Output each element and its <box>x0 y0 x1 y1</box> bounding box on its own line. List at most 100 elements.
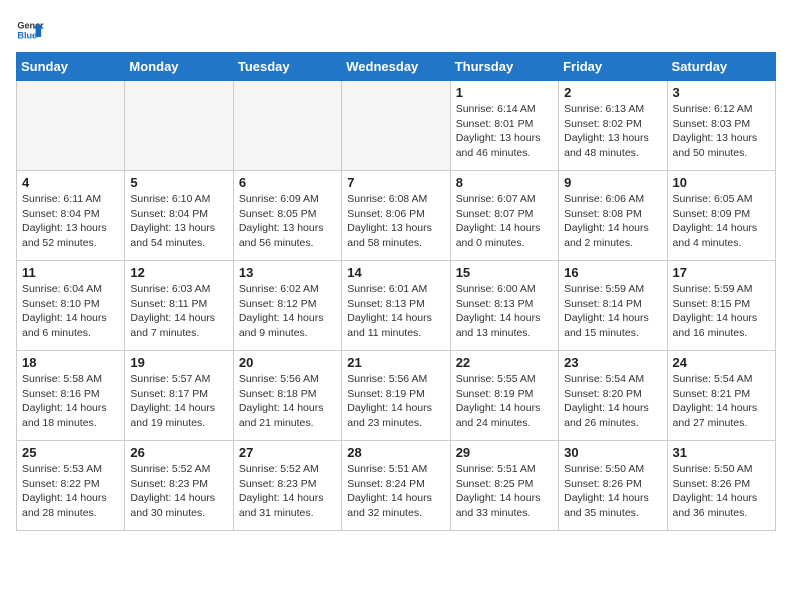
day-of-week-header: Tuesday <box>233 53 341 81</box>
calendar-cell: 26 Sunrise: 5:52 AM Sunset: 8:23 PM Dayli… <box>125 441 233 531</box>
calendar-cell: 25 Sunrise: 5:53 AM Sunset: 8:22 PM Dayli… <box>17 441 125 531</box>
calendar-week-row: 11Sunrise: 6:04 AM Sunset: 8:10 PM Dayli… <box>17 261 776 351</box>
day-number: 27 <box>239 445 336 460</box>
calendar-cell: 4Sunrise: 6:11 AM Sunset: 8:04 PM Daylig… <box>17 171 125 261</box>
day-info: Sunrise: 5:54 AM Sunset: 8:20 PM Dayligh… <box>564 372 661 431</box>
calendar-cell: 8 Sunrise: 6:07 AM Sunset: 8:07 PM Daylig… <box>450 171 558 261</box>
day-number: 22 <box>456 355 553 370</box>
calendar-cell: 11Sunrise: 6:04 AM Sunset: 8:10 PM Dayli… <box>17 261 125 351</box>
day-info: Sunrise: 6:05 AM Sunset: 8:09 PM Dayligh… <box>673 192 770 251</box>
day-number: 2 <box>564 85 661 100</box>
calendar-week-row: 1Sunrise: 6:14 AM Sunset: 8:01 PM Daylig… <box>17 81 776 171</box>
calendar-cell: 10 Sunrise: 6:05 AM Sunset: 8:09 PM Dayli… <box>667 171 775 261</box>
day-info: Sunrise: 5:51 AM Sunset: 8:24 PM Dayligh… <box>347 462 444 521</box>
day-number: 12 <box>130 265 227 280</box>
day-of-week-header: Saturday <box>667 53 775 81</box>
day-number: 8 <box>456 175 553 190</box>
day-info: Sunrise: 5:58 AM Sunset: 8:16 PM Dayligh… <box>22 372 119 431</box>
day-of-week-header: Monday <box>125 53 233 81</box>
calendar-week-row: 25 Sunrise: 5:53 AM Sunset: 8:22 PM Dayli… <box>17 441 776 531</box>
calendar-cell: 18Sunrise: 5:58 AM Sunset: 8:16 PM Dayli… <box>17 351 125 441</box>
calendar-header-row: SundayMondayTuesdayWednesdayThursdayFrid… <box>17 53 776 81</box>
day-number: 20 <box>239 355 336 370</box>
day-number: 26 <box>130 445 227 460</box>
calendar-cell: 29Sunrise: 5:51 AM Sunset: 8:25 PM Dayli… <box>450 441 558 531</box>
calendar-cell <box>17 81 125 171</box>
day-info: Sunrise: 5:56 AM Sunset: 8:19 PM Dayligh… <box>347 372 444 431</box>
day-info: Sunrise: 6:03 AM Sunset: 8:11 PM Dayligh… <box>130 282 227 341</box>
day-info: Sunrise: 5:56 AM Sunset: 8:18 PM Dayligh… <box>239 372 336 431</box>
day-number: 25 <box>22 445 119 460</box>
day-info: Sunrise: 6:04 AM Sunset: 8:10 PM Dayligh… <box>22 282 119 341</box>
calendar-week-row: 18Sunrise: 5:58 AM Sunset: 8:16 PM Dayli… <box>17 351 776 441</box>
day-number: 5 <box>130 175 227 190</box>
day-info: Sunrise: 6:10 AM Sunset: 8:04 PM Dayligh… <box>130 192 227 251</box>
day-number: 17 <box>673 265 770 280</box>
day-info: Sunrise: 5:52 AM Sunset: 8:23 PM Dayligh… <box>130 462 227 521</box>
day-info: Sunrise: 5:57 AM Sunset: 8:17 PM Dayligh… <box>130 372 227 431</box>
day-number: 19 <box>130 355 227 370</box>
day-info: Sunrise: 5:54 AM Sunset: 8:21 PM Dayligh… <box>673 372 770 431</box>
day-number: 9 <box>564 175 661 190</box>
logo-icon: General Blue <box>16 16 44 44</box>
calendar-cell: 13Sunrise: 6:02 AM Sunset: 8:12 PM Dayli… <box>233 261 341 351</box>
day-info: Sunrise: 6:06 AM Sunset: 8:08 PM Dayligh… <box>564 192 661 251</box>
day-number: 4 <box>22 175 119 190</box>
day-number: 15 <box>456 265 553 280</box>
calendar-week-row: 4Sunrise: 6:11 AM Sunset: 8:04 PM Daylig… <box>17 171 776 261</box>
day-number: 3 <box>673 85 770 100</box>
day-number: 24 <box>673 355 770 370</box>
calendar-cell: 28 Sunrise: 5:51 AM Sunset: 8:24 PM Dayli… <box>342 441 450 531</box>
day-number: 31 <box>673 445 770 460</box>
day-info: Sunrise: 6:13 AM Sunset: 8:02 PM Dayligh… <box>564 102 661 161</box>
calendar-cell <box>125 81 233 171</box>
day-of-week-header: Friday <box>559 53 667 81</box>
day-info: Sunrise: 5:55 AM Sunset: 8:19 PM Dayligh… <box>456 372 553 431</box>
calendar-cell: 3 Sunrise: 6:12 AM Sunset: 8:03 PM Daylig… <box>667 81 775 171</box>
calendar-cell: 23 Sunrise: 5:54 AM Sunset: 8:20 PM Dayli… <box>559 351 667 441</box>
calendar-cell: 31Sunrise: 5:50 AM Sunset: 8:26 PM Dayli… <box>667 441 775 531</box>
calendar-cell <box>342 81 450 171</box>
day-number: 14 <box>347 265 444 280</box>
day-number: 10 <box>673 175 770 190</box>
day-info: Sunrise: 6:01 AM Sunset: 8:13 PM Dayligh… <box>347 282 444 341</box>
day-number: 30 <box>564 445 661 460</box>
logo: General Blue <box>16 16 48 44</box>
svg-text:Blue: Blue <box>17 30 37 40</box>
calendar-cell: 20 Sunrise: 5:56 AM Sunset: 8:18 PM Dayli… <box>233 351 341 441</box>
calendar-cell: 24 Sunrise: 5:54 AM Sunset: 8:21 PM Dayli… <box>667 351 775 441</box>
calendar-cell: 16 Sunrise: 5:59 AM Sunset: 8:14 PM Dayli… <box>559 261 667 351</box>
calendar-cell: 5 Sunrise: 6:10 AM Sunset: 8:04 PM Daylig… <box>125 171 233 261</box>
day-number: 16 <box>564 265 661 280</box>
day-info: Sunrise: 6:02 AM Sunset: 8:12 PM Dayligh… <box>239 282 336 341</box>
calendar-cell: 12 Sunrise: 6:03 AM Sunset: 8:11 PM Dayli… <box>125 261 233 351</box>
calendar-cell: 14 Sunrise: 6:01 AM Sunset: 8:13 PM Dayli… <box>342 261 450 351</box>
day-info: Sunrise: 5:59 AM Sunset: 8:14 PM Dayligh… <box>564 282 661 341</box>
day-info: Sunrise: 6:07 AM Sunset: 8:07 PM Dayligh… <box>456 192 553 251</box>
day-of-week-header: Wednesday <box>342 53 450 81</box>
day-number: 23 <box>564 355 661 370</box>
day-info: Sunrise: 6:14 AM Sunset: 8:01 PM Dayligh… <box>456 102 553 161</box>
day-info: Sunrise: 6:08 AM Sunset: 8:06 PM Dayligh… <box>347 192 444 251</box>
day-number: 28 <box>347 445 444 460</box>
calendar: SundayMondayTuesdayWednesdayThursdayFrid… <box>16 52 776 531</box>
calendar-cell: 27 Sunrise: 5:52 AM Sunset: 8:23 PM Dayli… <box>233 441 341 531</box>
calendar-cell: 19 Sunrise: 5:57 AM Sunset: 8:17 PM Dayli… <box>125 351 233 441</box>
day-number: 29 <box>456 445 553 460</box>
day-info: Sunrise: 5:52 AM Sunset: 8:23 PM Dayligh… <box>239 462 336 521</box>
calendar-cell <box>233 81 341 171</box>
day-info: Sunrise: 6:09 AM Sunset: 8:05 PM Dayligh… <box>239 192 336 251</box>
day-number: 7 <box>347 175 444 190</box>
calendar-cell: 22 Sunrise: 5:55 AM Sunset: 8:19 PM Dayli… <box>450 351 558 441</box>
calendar-cell: 30Sunrise: 5:50 AM Sunset: 8:26 PM Dayli… <box>559 441 667 531</box>
day-info: Sunrise: 6:00 AM Sunset: 8:13 PM Dayligh… <box>456 282 553 341</box>
day-info: Sunrise: 6:12 AM Sunset: 8:03 PM Dayligh… <box>673 102 770 161</box>
day-number: 6 <box>239 175 336 190</box>
calendar-cell: 21Sunrise: 5:56 AM Sunset: 8:19 PM Dayli… <box>342 351 450 441</box>
day-info: Sunrise: 5:59 AM Sunset: 8:15 PM Dayligh… <box>673 282 770 341</box>
calendar-cell: 17 Sunrise: 5:59 AM Sunset: 8:15 PM Dayli… <box>667 261 775 351</box>
calendar-cell: 9 Sunrise: 6:06 AM Sunset: 8:08 PM Daylig… <box>559 171 667 261</box>
calendar-cell: 6 Sunrise: 6:09 AM Sunset: 8:05 PM Daylig… <box>233 171 341 261</box>
day-of-week-header: Thursday <box>450 53 558 81</box>
day-info: Sunrise: 5:53 AM Sunset: 8:22 PM Dayligh… <box>22 462 119 521</box>
